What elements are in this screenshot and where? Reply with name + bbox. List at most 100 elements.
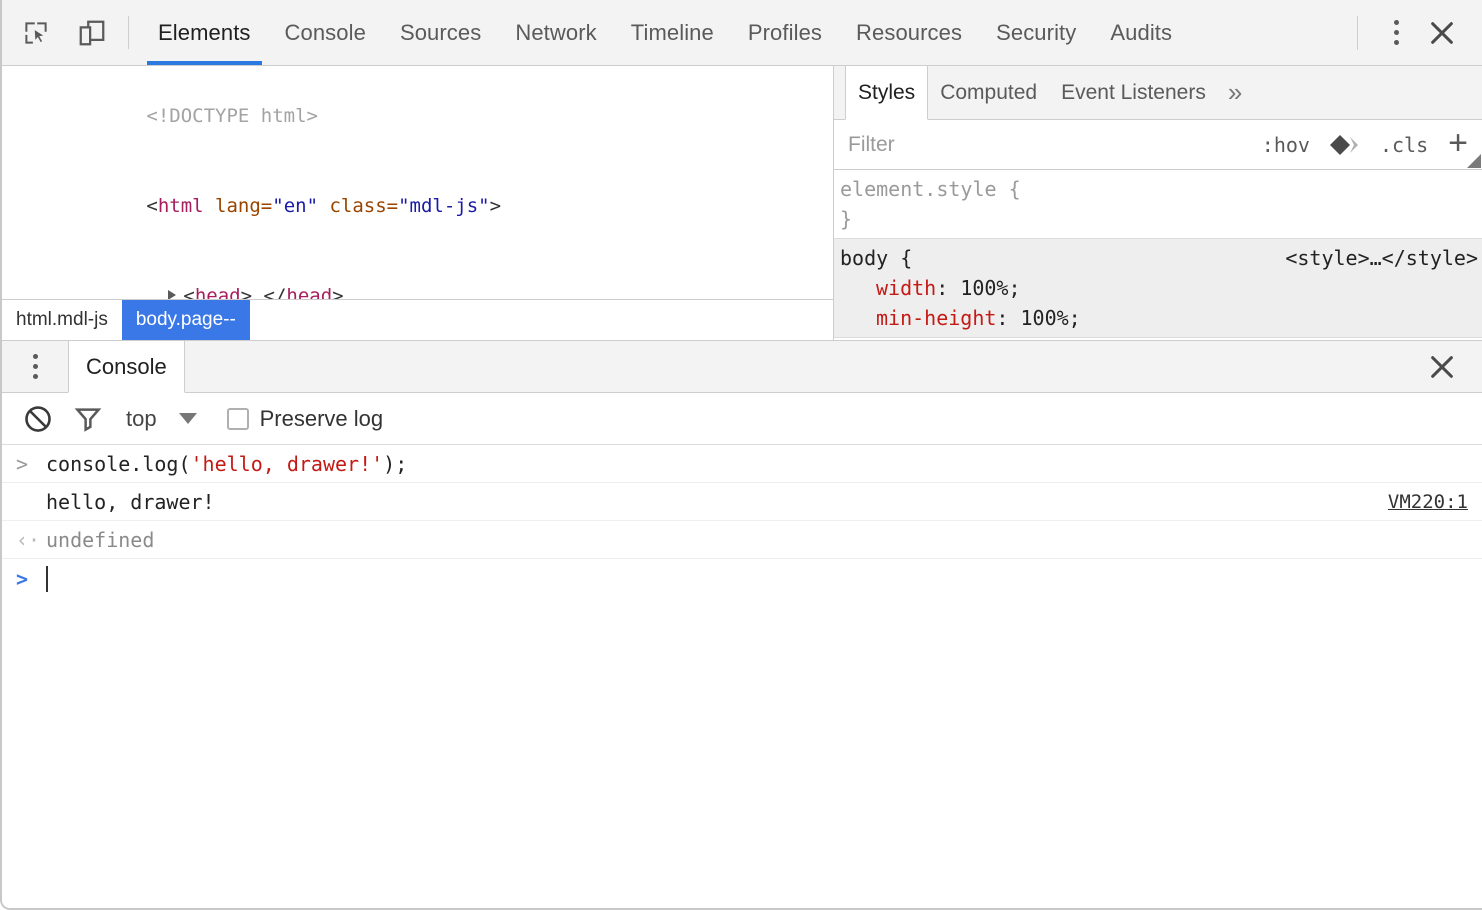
tab-event-listeners-label: Event Listeners	[1061, 81, 1206, 105]
tab-elements[interactable]: Elements	[141, 0, 268, 65]
breadcrumb: html.mdl-js body.page--	[2, 299, 833, 340]
panel-tabs: Elements Console Sources Network Timelin…	[141, 0, 1357, 65]
head-tag: head	[195, 285, 241, 299]
tab-profiles-label: Profiles	[748, 20, 822, 46]
tab-network-label: Network	[515, 20, 596, 46]
console-message-list: > console.log('hello, drawer!'); hello, …	[2, 445, 1482, 677]
plus-label: +	[1448, 124, 1468, 162]
breadcrumb-item-body[interactable]: body.page--	[122, 300, 250, 340]
breadcrumb-item-html[interactable]: html.mdl-js	[2, 300, 122, 340]
css-selector-body[interactable]: body {	[840, 243, 912, 273]
tab-console[interactable]: Console	[268, 0, 383, 65]
console-input-row[interactable]: > console.log('hello, drawer!');	[2, 445, 1482, 483]
html-lt: <	[146, 195, 157, 217]
console-input-string: 'hello, drawer!'	[191, 452, 384, 476]
html-gt: >	[490, 195, 501, 217]
tab-network[interactable]: Network	[498, 0, 613, 65]
device-toolbar-icon[interactable]	[72, 13, 112, 53]
tab-console-label: Console	[285, 20, 366, 46]
head-close-gt: >	[332, 285, 343, 299]
css-rule-element-style[interactable]: element.style { }	[834, 170, 1482, 239]
chevron-right-icon[interactable]	[168, 290, 176, 299]
html-val-class: "mdl-js"	[398, 195, 490, 217]
console-prompt-row[interactable]: >	[2, 559, 1482, 599]
hov-label: :hov	[1262, 133, 1310, 157]
tab-audits[interactable]: Audits	[1093, 0, 1189, 65]
html-attr-class: class=	[318, 195, 398, 217]
css-property-min-height[interactable]: min-height	[876, 306, 996, 330]
breadcrumb-item-html-label: html.mdl-js	[16, 309, 108, 331]
elements-panel: <!DOCTYPE html> <html lang="en" class="m…	[2, 66, 1482, 341]
console-empty-area	[2, 677, 1482, 909]
html-tag: html	[158, 195, 204, 217]
toolbar-divider	[128, 16, 129, 49]
console-drawer: Console top	[2, 341, 1482, 908]
preserve-log-checkbox[interactable]	[227, 408, 249, 430]
console-source-link[interactable]: VM220:1	[1388, 491, 1468, 513]
element-classes-button[interactable]: .cls	[1370, 133, 1438, 157]
css-rule-header: body { <style>…</style>	[840, 243, 1482, 273]
resize-corner-icon[interactable]	[1467, 154, 1481, 168]
css-value-width[interactable]: 100%;	[960, 276, 1020, 300]
html-attr-lang: lang=	[204, 195, 273, 217]
css-declaration[interactable]: width: 100%;	[840, 273, 1482, 303]
chevron-down-icon[interactable]	[179, 413, 197, 424]
tab-security-label: Security	[996, 20, 1076, 46]
dom-line-head[interactable]: <head>…</head>	[2, 251, 833, 299]
css-declaration[interactable]: min-height: 100%;	[840, 303, 1482, 333]
console-output-row[interactable]: hello, drawer! VM220:1	[2, 483, 1482, 521]
tab-timeline[interactable]: Timeline	[614, 0, 731, 65]
styles-sidebar-tabs: Styles Computed Event Listeners »	[834, 66, 1482, 120]
tab-security[interactable]: Security	[979, 0, 1093, 65]
css-property-width[interactable]: width	[876, 276, 936, 300]
filter-funnel-icon[interactable]	[66, 397, 110, 441]
dom-line-html[interactable]: <html lang="en" class="mdl-js">	[2, 161, 833, 251]
head-close-tag: head	[286, 285, 332, 299]
css-value-min-height[interactable]: 100%;	[1021, 306, 1081, 330]
tab-timeline-label: Timeline	[631, 20, 714, 46]
tab-event-listeners[interactable]: Event Listeners	[1049, 66, 1218, 119]
head-ellipsis: …	[252, 285, 263, 299]
toolbar-icons	[2, 0, 112, 65]
tab-profiles[interactable]: Profiles	[731, 0, 839, 65]
preserve-log-label: Preserve log	[260, 406, 384, 432]
console-text-cursor	[46, 566, 48, 592]
css-rule-close-brace: }	[840, 204, 1482, 234]
drawer-tab-console[interactable]: Console	[68, 341, 185, 393]
close-icon[interactable]	[1420, 11, 1464, 55]
close-icon[interactable]	[1420, 345, 1464, 389]
css-rules-list: element.style { } body { <style>…</style…	[834, 170, 1482, 340]
kebab-menu-icon[interactable]	[1378, 13, 1414, 53]
dom-tree-pane: <!DOCTYPE html> <html lang="en" class="m…	[2, 66, 834, 340]
styles-filter-row: :hov .cls +	[834, 120, 1482, 170]
clear-console-icon[interactable]	[16, 397, 60, 441]
console-output-text: hello, drawer!	[46, 490, 1388, 514]
css-rule-origin[interactable]: <style>…</style>	[1285, 243, 1478, 273]
color-format-diamond-icon[interactable]	[1320, 133, 1370, 157]
more-tabs-icon[interactable]: »	[1218, 66, 1252, 119]
head-gt: >	[241, 285, 252, 299]
console-result-row[interactable]: ‹· undefined	[2, 521, 1482, 559]
tab-styles[interactable]: Styles	[845, 66, 928, 120]
drawer-tab-console-label: Console	[86, 354, 167, 380]
tab-sources-label: Sources	[400, 20, 481, 46]
dom-line-doctype[interactable]: <!DOCTYPE html>	[2, 71, 833, 161]
kebab-menu-icon[interactable]	[2, 341, 68, 392]
preserve-log-toggle[interactable]: Preserve log	[227, 406, 384, 432]
inspect-element-icon[interactable]	[16, 13, 56, 53]
console-context-selector[interactable]: top	[116, 406, 163, 432]
tab-sources[interactable]: Sources	[383, 0, 498, 65]
tab-computed[interactable]: Computed	[928, 66, 1049, 119]
dom-tree[interactable]: <!DOCTYPE html> <html lang="en" class="m…	[2, 66, 833, 299]
drawer-tabbar-spacer	[185, 341, 1420, 392]
devtools-main-tabbar: Elements Console Sources Network Timelin…	[2, 0, 1482, 66]
cls-label: .cls	[1380, 133, 1428, 157]
css-selector-element-style[interactable]: element.style {	[840, 174, 1021, 204]
css-rule-body[interactable]: body { <style>…</style> width: 100%; min…	[834, 239, 1482, 338]
styles-filter-input[interactable]	[848, 133, 1252, 157]
console-result-text: undefined	[46, 528, 1468, 552]
tab-resources-label: Resources	[856, 20, 962, 46]
toggle-element-state-button[interactable]: :hov	[1252, 133, 1320, 157]
prompt-arrow-icon: >	[16, 567, 46, 591]
tab-resources[interactable]: Resources	[839, 0, 979, 65]
